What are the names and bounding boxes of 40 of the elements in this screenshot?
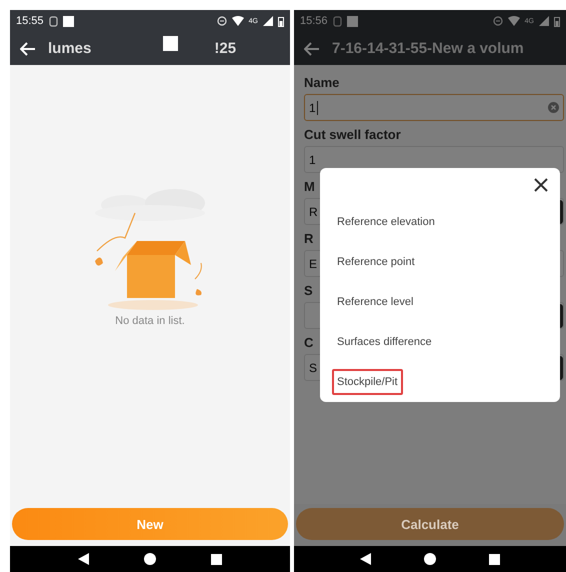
battery-icon bbox=[278, 16, 284, 26]
recents-square-icon[interactable] bbox=[488, 554, 500, 564]
field-label: M bbox=[304, 179, 315, 194]
empty-message: No data in list. bbox=[115, 315, 185, 327]
toolbar-title: 7-16-14-31-55-New a volum bbox=[332, 40, 524, 57]
notification-icon bbox=[62, 16, 74, 26]
recents-square-icon[interactable] bbox=[211, 554, 222, 564]
close-icon[interactable] bbox=[534, 178, 548, 192]
dialog-option[interactable]: Surfaces difference bbox=[332, 329, 437, 355]
field-label: Name bbox=[304, 75, 340, 90]
dnd-icon bbox=[216, 16, 227, 26]
field-label: Cut swell factor bbox=[304, 127, 401, 142]
home-circle-icon[interactable] bbox=[144, 553, 156, 565]
field-label: C bbox=[304, 335, 314, 350]
back-triangle-icon[interactable] bbox=[78, 553, 89, 565]
clear-icon[interactable] bbox=[548, 102, 559, 113]
toolbar-title: lumes bbox=[48, 40, 92, 57]
signal-icon bbox=[263, 16, 273, 26]
home-circle-icon[interactable] bbox=[424, 553, 436, 565]
back-triangle-icon[interactable] bbox=[360, 553, 372, 565]
toolbar-title-fragment: !25 bbox=[214, 40, 236, 57]
wifi-icon bbox=[232, 16, 244, 26]
sim-icon bbox=[332, 16, 342, 26]
dialog-option[interactable]: Stockpile/Pit bbox=[332, 369, 403, 395]
dialog-option[interactable]: Reference level bbox=[332, 289, 418, 315]
blank-square-icon bbox=[163, 36, 178, 51]
dialog-option[interactable]: Reference elevation bbox=[332, 209, 440, 235]
field-label: S bbox=[304, 283, 313, 298]
input-field[interactable]: 1 bbox=[304, 94, 564, 121]
dnd-icon bbox=[492, 16, 503, 26]
status-time: 15:56 bbox=[300, 15, 328, 27]
sim-icon bbox=[48, 16, 58, 26]
back-arrow-icon[interactable] bbox=[20, 42, 36, 56]
battery-icon bbox=[554, 16, 560, 26]
wifi-icon bbox=[508, 16, 520, 26]
status-time: 15:55 bbox=[16, 15, 44, 27]
notification-icon bbox=[346, 16, 358, 26]
signal-icon bbox=[539, 16, 549, 26]
field-label: R bbox=[304, 231, 314, 246]
dialog-option[interactable]: Reference point bbox=[332, 249, 420, 275]
